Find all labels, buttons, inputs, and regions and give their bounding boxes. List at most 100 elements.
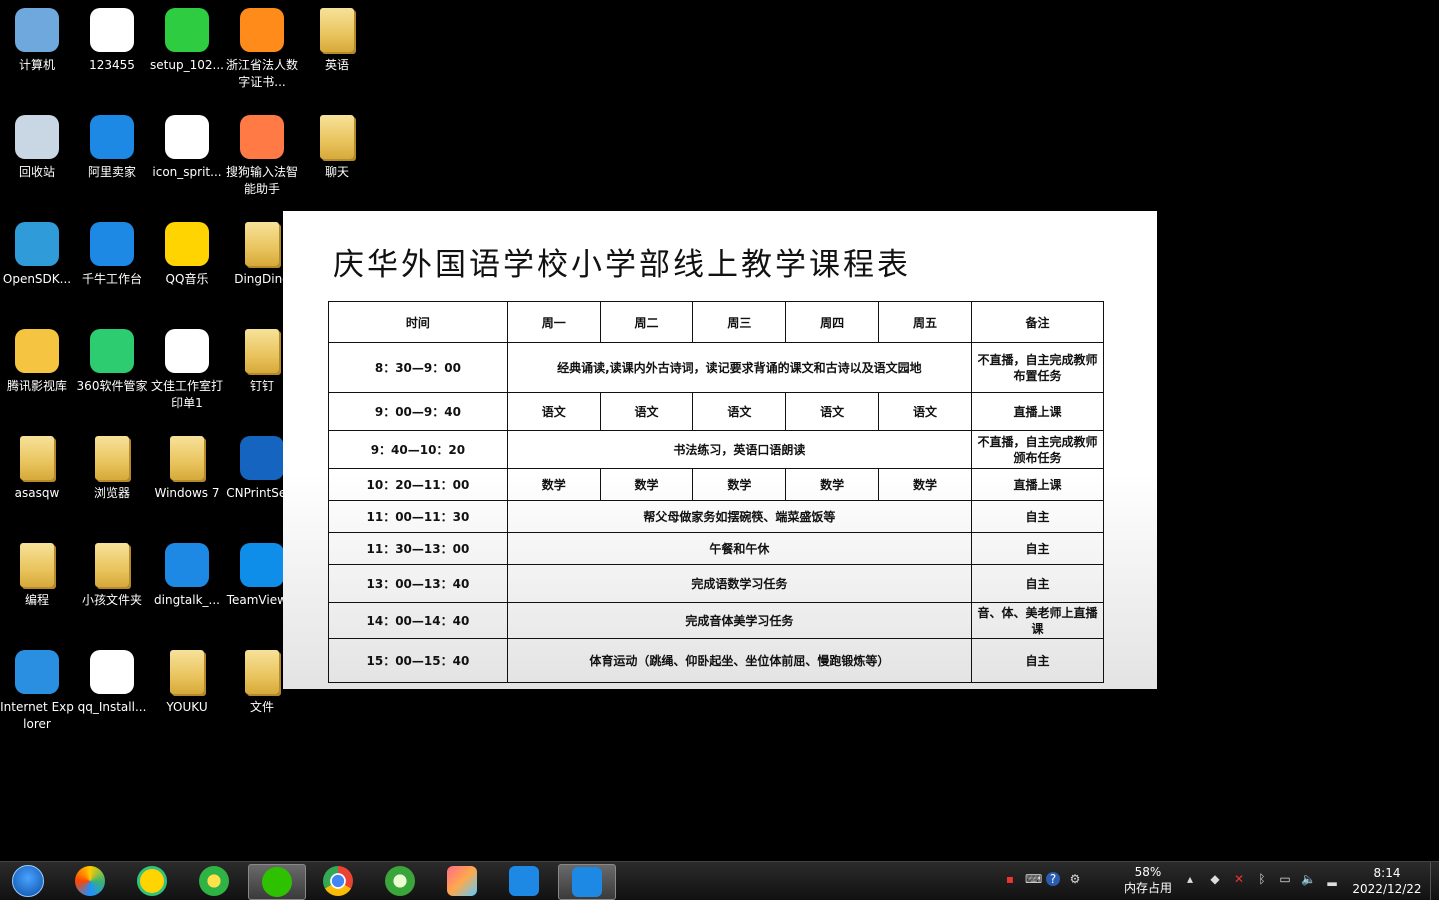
dingtalk-icon [509, 866, 539, 896]
desktop-icon[interactable]: 360软件管家 [75, 321, 149, 425]
desktop-icon[interactable]: 阿里卖家 [75, 107, 149, 211]
start-button[interactable] [4, 864, 52, 898]
taskbar-chrome[interactable] [310, 864, 366, 898]
desktop-icon[interactable]: 小孩文件夹 [75, 535, 149, 639]
desktop-icon[interactable]: 千牛工作台 [75, 214, 149, 318]
desktop-icon[interactable]: 浙江省法人数字证书... [225, 0, 299, 104]
folder-chat-icon [313, 113, 361, 161]
qq-music-icon [163, 220, 211, 268]
clock[interactable]: 8:14 2022/12/22 [1350, 865, 1424, 897]
recycle-bin-icon [13, 113, 61, 161]
desktop-icon[interactable]: Internet Explorer [0, 642, 74, 746]
desktop-icon[interactable]: asasqw [0, 428, 74, 532]
desktop-icon[interactable]: QQ音乐 [150, 214, 224, 318]
schedule-row: 9：40—10：20 书法练习，英语口语朗读 不直播，自主完成教师颁布任务 [328, 430, 1105, 469]
taskbar-360-browser[interactable] [62, 864, 118, 898]
desktop-icon-label: 小孩文件夹 [81, 593, 142, 607]
desktop-icon-label: 计算机 [18, 58, 55, 72]
desktop-icon[interactable]: setup_102... [150, 0, 224, 104]
internet-explorer-icon [13, 648, 61, 696]
network-blocked-icon[interactable]: ✕ [1232, 872, 1246, 886]
help-icon[interactable]: ? [1046, 872, 1060, 886]
desktop-icon-label: 英语 [324, 58, 349, 72]
schedule-time: 8：30—9：00 [328, 342, 508, 393]
pdf-tray-icon[interactable]: ▪ [1003, 872, 1017, 886]
taskbar-dingtalk-2[interactable] [558, 864, 616, 900]
desktop-icon[interactable]: 腾讯影视库 [0, 321, 74, 425]
volume-icon[interactable]: 🔈 [1301, 872, 1316, 886]
schedule-activity: 体育运动（跳绳、仰卧起坐、坐位体前屈、慢跑锻炼等） [506, 638, 972, 683]
schedule-subject: 语文 [599, 392, 694, 431]
bluetooth-icon[interactable]: ᛒ [1255, 872, 1269, 886]
schedule-time: 9：00—9：40 [328, 392, 508, 431]
memory-usage[interactable]: 58% 内存占用 [1122, 864, 1174, 896]
desktop-icon[interactable]: 回收站 [0, 107, 74, 211]
taskbar-qq-music[interactable] [124, 864, 180, 898]
schedule-time: 13：00—13：40 [328, 564, 508, 603]
desktop-icon[interactable]: 搜狗输入法智能助手 [225, 107, 299, 211]
desktop-icon-label: 搜狗输入法智能助手 [225, 165, 298, 196]
desktop-icon-label: asasqw [14, 486, 60, 500]
schedule-note: 不直播，自主完成教师颁布任务 [970, 430, 1105, 469]
folder-english-icon [313, 6, 361, 54]
header-monday: 周一 [506, 301, 601, 343]
desktop-icon[interactable]: OpenSDK... [0, 214, 74, 318]
wechat-icon [262, 867, 292, 897]
folder-youku-icon [163, 648, 211, 696]
dingtalk-installer-icon [163, 541, 211, 589]
desktop-icon[interactable]: 计算机 [0, 0, 74, 104]
schedule-row: 11：30—13：00 午餐和午休 自主 [328, 532, 1105, 565]
schedule-activity: 完成语数学习任务 [506, 564, 972, 603]
desktop-icon-label: 360软件管家 [76, 379, 148, 393]
desktop-icon-label: QQ音乐 [165, 272, 209, 286]
tray-expand-icon[interactable]: ▴ [1183, 872, 1197, 886]
schedule-subject: 语文 [785, 392, 880, 431]
header-thursday: 周四 [785, 301, 880, 343]
header-time: 时间 [328, 301, 508, 343]
desktop-icon-label: icon_sprit... [152, 165, 222, 179]
schedule-note: 音、体、美老师上直播课 [970, 602, 1105, 639]
usb-icon[interactable]: ▭ [1278, 872, 1292, 886]
clock-date: 2022/12/22 [1352, 882, 1422, 896]
taskbar-360-guard[interactable] [186, 864, 242, 898]
desktop-icon-label: 浙江省法人数字证书... [225, 58, 298, 89]
schedule-activity: 经典诵读,读课内外古诗词，读记要求背诵的课文和古诗以及语文园地 [506, 342, 972, 393]
taskbar-update[interactable] [372, 864, 428, 898]
desktop-icon[interactable]: icon_sprit... [150, 107, 224, 211]
show-desktop-button[interactable] [1430, 862, 1439, 900]
settings-icon[interactable]: ⚙ [1068, 872, 1082, 886]
desktop-icon[interactable]: 浏览器 [75, 428, 149, 532]
desktop-icon-label: YOUKU [166, 700, 208, 714]
dingtalk-icon [572, 867, 602, 897]
tencent-video-folder-icon [13, 327, 61, 375]
word-doc-icon [163, 327, 211, 375]
desktop-icon[interactable]: qq_Install... [75, 642, 149, 746]
desktop-icon-label: Windows 7 [154, 486, 220, 500]
keyboard-icon[interactable]: ⌨ [1025, 872, 1042, 886]
desktop-icon[interactable]: dingtalk_... [150, 535, 224, 639]
schedule-table: 时间 周一 周二 周三 周四 周五 备注 8：30—9：00 经典诵读,读课内外古… [328, 301, 1105, 683]
taskbar-wechat[interactable] [248, 864, 306, 900]
desktop-icon[interactable]: 123455 [75, 0, 149, 104]
schedule-note: 直播上课 [970, 392, 1105, 431]
ali-seller-icon [88, 113, 136, 161]
memory-label: 内存占用 [1123, 881, 1172, 895]
taskbar-photo-app[interactable] [434, 864, 490, 898]
schedule-time: 14：00—14：40 [328, 602, 508, 639]
desktop-icon[interactable]: 聊天 [300, 107, 374, 211]
taskbar: ▪ ⌨ ? ⚙ 58% 内存占用 ▴ ◆ ✕ ᛒ ▭ 🔈 ▂ 8:14 2022… [0, 861, 1439, 900]
taskbar-dingtalk[interactable] [496, 864, 552, 898]
desktop-icon[interactable]: 文佳工作室打印单1 [150, 321, 224, 425]
schedule-activity: 帮父母做家务如摆碗筷、端菜盛饭等 [506, 500, 972, 533]
desktop-icon-label: OpenSDK... [2, 272, 72, 286]
desktop-icon[interactable]: 编程 [0, 535, 74, 639]
desktop-icon[interactable]: Windows 7 [150, 428, 224, 532]
header-notes: 备注 [970, 301, 1105, 343]
schedule-activity: 午餐和午休 [506, 532, 972, 565]
signal-icon[interactable]: ▂ [1325, 872, 1339, 886]
schedule-time: 15：00—15：40 [328, 638, 508, 683]
desktop-icon[interactable]: YOUKU [150, 642, 224, 746]
schedule-image-viewer: 庆华外国语学校小学部线上教学课程表 时间 周一 周二 周三 周四 周五 备注 8… [283, 211, 1157, 689]
desktop-icon[interactable]: 英语 [300, 0, 374, 104]
diamond-icon[interactable]: ◆ [1208, 872, 1222, 886]
